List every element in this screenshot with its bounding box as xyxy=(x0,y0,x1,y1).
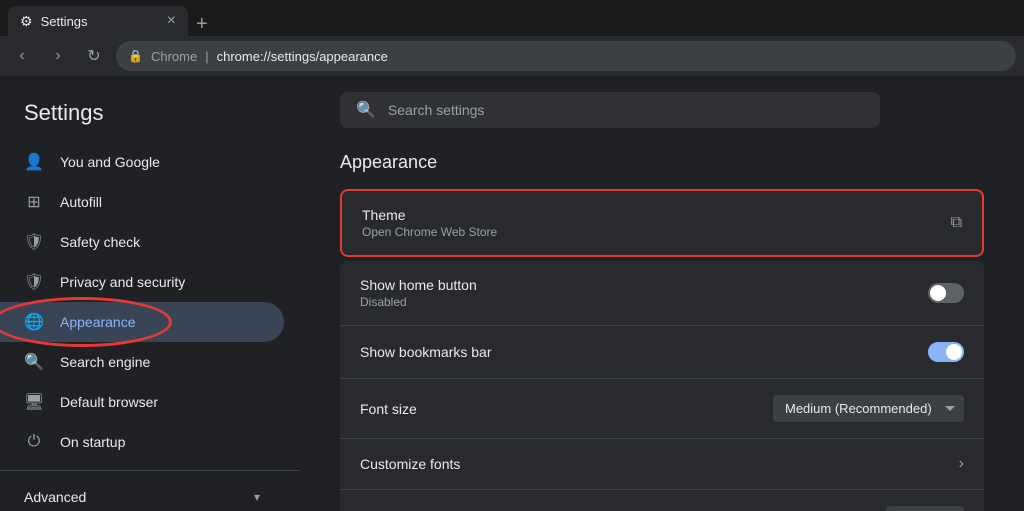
lock-icon: 🔒 xyxy=(128,49,143,63)
back-button[interactable]: ‹ xyxy=(8,42,36,70)
address-separator: | xyxy=(205,49,208,64)
address-domain: Chrome xyxy=(151,49,197,64)
toggle-knob-2 xyxy=(946,344,962,360)
search-nav-icon: 🔍 xyxy=(24,352,44,372)
tab-icon: ⚙ xyxy=(20,13,33,30)
toggle-knob xyxy=(930,285,946,301)
sidebar-item-autofill[interactable]: ⊞ Autofill xyxy=(0,182,284,222)
show-bookmarks-bar-row: Show bookmarks bar xyxy=(340,326,984,379)
person-icon: 👤 xyxy=(24,152,44,172)
sidebar-item-search-engine[interactable]: 🔍 Search engine xyxy=(0,342,284,382)
theme-label: Theme xyxy=(362,207,497,223)
chevron-right-icon: › xyxy=(959,455,964,473)
show-home-button-sub: Disabled xyxy=(360,295,477,309)
sidebar-label-appearance: Appearance xyxy=(60,314,136,330)
address-path: chrome://settings/appearance xyxy=(217,49,388,64)
settings-app: Settings 👤 You and Google ⊞ Autofill 🛡 S… xyxy=(0,76,1024,511)
address-bar[interactable]: 🔒 Chrome | chrome://settings/appearance xyxy=(116,41,1016,71)
sidebar-item-you-and-google[interactable]: 👤 You and Google xyxy=(0,142,284,182)
sidebar-label-privacy-and-security: Privacy and security xyxy=(60,274,185,290)
show-home-button-row: Show home button Disabled xyxy=(340,261,984,326)
sidebar-item-on-startup[interactable]: ⏻ On startup xyxy=(0,422,284,462)
privacy-icon: 🛡 xyxy=(24,272,44,292)
page-zoom-dropdown[interactable]: 75% 90% 100% 110% 125% xyxy=(886,506,964,511)
theme-sub: Open Chrome Web Store xyxy=(362,225,497,239)
font-size-row: Font size Very small Small Medium (Recom… xyxy=(340,379,984,439)
browser-icon: 🖥 xyxy=(24,392,44,412)
appearance-section-title: Appearance xyxy=(340,152,984,173)
sidebar-label-on-startup: On startup xyxy=(60,434,125,450)
customize-fonts-label: Customize fonts xyxy=(360,456,460,472)
show-bookmarks-bar-label: Show bookmarks bar xyxy=(360,344,492,360)
reload-button[interactable]: ↻ xyxy=(80,42,108,70)
nav-bar: ‹ › ↻ 🔒 Chrome | chrome://settings/appea… xyxy=(0,36,1024,76)
sidebar-item-default-browser[interactable]: 🖥 Default browser xyxy=(0,382,284,422)
tab-close-button[interactable]: × xyxy=(167,13,176,29)
theme-row[interactable]: Theme Open Chrome Web Store ⧉ xyxy=(340,189,984,257)
sidebar-item-advanced[interactable]: Advanced ▾ xyxy=(0,479,284,511)
sidebar-label-you-and-google: You and Google xyxy=(60,154,160,170)
shield-icon: 🛡 xyxy=(24,232,44,252)
search-input[interactable] xyxy=(388,102,864,118)
font-size-label: Font size xyxy=(360,401,417,417)
sidebar-item-safety-check[interactable]: 🛡 Safety check xyxy=(0,222,284,262)
new-tab-button[interactable]: + xyxy=(196,13,208,36)
globe-icon: 🌐 xyxy=(24,312,44,332)
sidebar-label-autofill: Autofill xyxy=(60,194,102,210)
tab-title: Settings xyxy=(41,14,88,29)
page-zoom-row: Page zoom 75% 90% 100% 110% 125% xyxy=(340,490,984,511)
chevron-down-icon: ▾ xyxy=(254,490,260,504)
sidebar: Settings 👤 You and Google ⊞ Autofill 🛡 S… xyxy=(0,76,300,511)
main-content: 🔍 Appearance Theme Open Chrome Web Store… xyxy=(300,76,1024,511)
search-bar-container: 🔍 xyxy=(340,76,984,144)
show-home-button-label: Show home button xyxy=(360,277,477,293)
autofill-icon: ⊞ xyxy=(24,192,44,212)
customize-fonts-row[interactable]: Customize fonts › xyxy=(340,439,984,490)
forward-button[interactable]: › xyxy=(44,42,72,70)
startup-icon: ⏻ xyxy=(24,432,44,452)
appearance-section: Appearance Theme Open Chrome Web Store ⧉… xyxy=(340,152,984,511)
show-home-button-toggle[interactable] xyxy=(928,283,964,303)
search-bar[interactable]: 🔍 xyxy=(340,92,880,128)
show-bookmarks-bar-left: Show bookmarks bar xyxy=(360,344,492,360)
theme-row-left: Theme Open Chrome Web Store xyxy=(362,207,497,239)
show-home-button-left: Show home button Disabled xyxy=(360,277,477,309)
settings-tab[interactable]: ⚙ Settings × xyxy=(8,6,188,36)
sidebar-item-appearance[interactable]: 🌐 Appearance xyxy=(0,302,284,342)
font-size-dropdown[interactable]: Very small Small Medium (Recommended) La… xyxy=(773,395,964,422)
search-icon: 🔍 xyxy=(356,100,376,120)
theme-external-link-icon: ⧉ xyxy=(951,214,962,232)
sidebar-label-advanced: Advanced xyxy=(24,489,86,505)
sidebar-item-privacy-and-security[interactable]: 🛡 Privacy and security xyxy=(0,262,284,302)
sidebar-divider-1 xyxy=(0,470,300,471)
tab-bar: ⚙ Settings × + xyxy=(0,0,1024,36)
sidebar-label-search-engine: Search engine xyxy=(60,354,150,370)
sidebar-label-safety-check: Safety check xyxy=(60,234,140,250)
sidebar-label-default-browser: Default browser xyxy=(60,394,158,410)
show-bookmarks-bar-toggle[interactable] xyxy=(928,342,964,362)
sidebar-title: Settings xyxy=(0,92,300,142)
